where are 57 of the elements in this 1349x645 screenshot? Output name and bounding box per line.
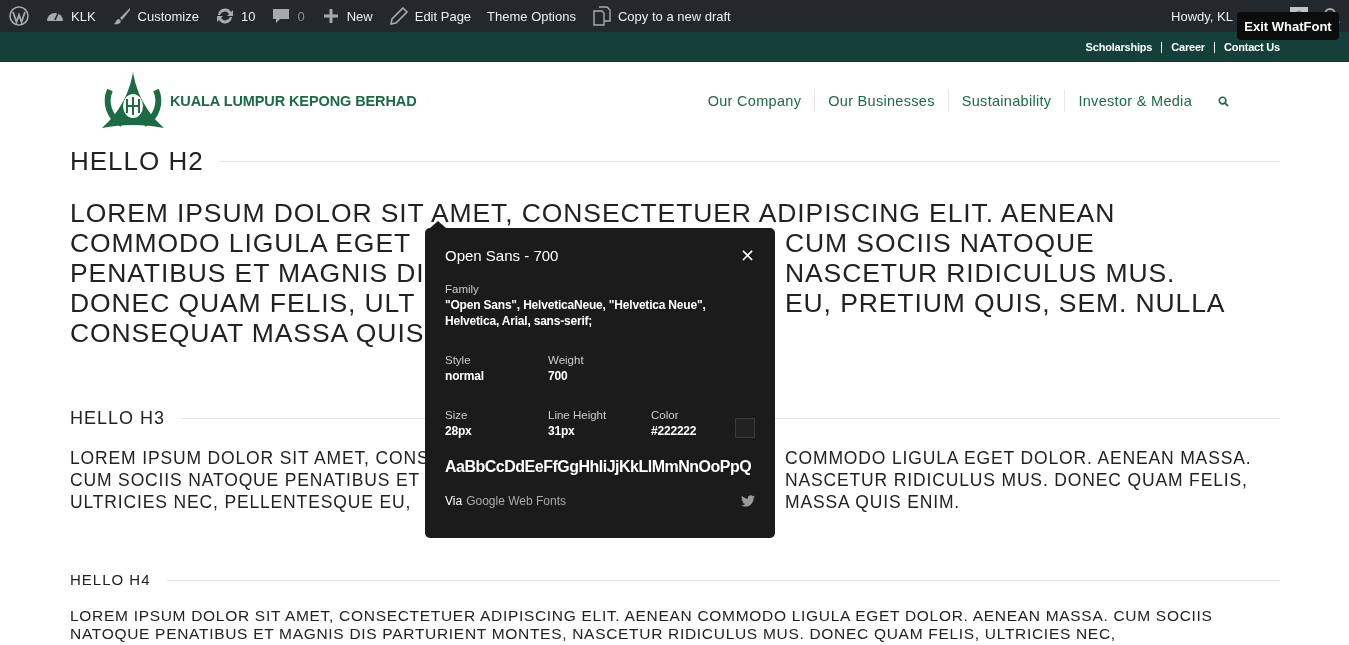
body-text: COMMODO LIGULA EGET <box>70 232 413 254</box>
field-label: Line Height <box>548 408 608 423</box>
admin-bar-link[interactable]: 0 <box>297 8 305 24</box>
panel-title: Open Sans - 700 <box>445 246 559 264</box>
field-value: 700 <box>548 368 569 384</box>
body-text: ULTRICIES NEC, PELLENTESQUE EU, <box>70 491 413 513</box>
field-value: normal <box>445 368 485 384</box>
body-text: NASCETUR RIDICULUS MUS. DONEC QUAM FELIS, <box>785 469 1249 491</box>
pencil-icon <box>388 6 409 26</box>
admin-bar-link[interactable]: Customize <box>137 8 199 24</box>
admin-bar-link[interactable]: KLK <box>71 8 96 24</box>
logo-text: KUALA LUMPUR KEPONG BERHAD <box>170 93 417 109</box>
color-swatch <box>735 418 755 438</box>
admin-bar-link[interactable]: Copy to a new draft <box>617 8 731 24</box>
refresh-icon <box>215 6 235 26</box>
section-heading: HELLO H3 <box>70 408 166 428</box>
nav-link[interactable]: Investor & Media <box>1065 93 1205 109</box>
body-text: LOREM IPSUM DOLOR SIT AMET, CONSECTETUER ADIPISCING ELIT. AENEAN COMMODO LIGULA EGET DOLOR. AENEAN MASSA. CUM SOCIIS <box>70 607 1213 624</box>
nav-link[interactable]: Our Businesses <box>815 93 948 109</box>
section-heading: HELLO H2 <box>70 146 204 176</box>
body-text: LOREM IPSUM DOLOR SIT AMET, CONSECTETUER ADIPISCING ELIT. AENEAN <box>70 202 1116 224</box>
field-value: "Open Sans", HelveticaNeue, "Helvetica Neue", Helvetica, Arial, sans-serif; <box>445 297 707 329</box>
source-link[interactable]: Google Web Fonts <box>466 494 566 508</box>
body-text: NASCETUR RIDICULUS MUS. <box>785 262 1177 284</box>
font-sample: AaBbCcDdEeFfGgHhIiJjKkLlMmNnOoPpQ <box>445 458 753 476</box>
credit-label: Via <box>445 494 463 508</box>
admin-bar-link[interactable]: 10 <box>241 8 256 24</box>
field-label: Color <box>651 408 680 423</box>
nav-link[interactable]: Sustainability <box>948 93 1065 109</box>
exit-whatfont-tooltip[interactable]: Exit WhatFont <box>1237 12 1339 40</box>
admin-bar-link[interactable]: Theme Options <box>487 8 576 24</box>
field-label: Style <box>445 353 472 368</box>
search-icon[interactable] <box>1218 95 1229 107</box>
field-value: #222222 <box>651 423 697 439</box>
body-text: CUM SOCIIS NATOQUE PENATIBUS ET <box>70 469 422 491</box>
body-text: COMMODO LIGULA EGET DOLOR. AENEAN MASSA. <box>785 447 1253 469</box>
field-label: Family <box>445 282 480 297</box>
close-button[interactable]: × <box>739 246 755 264</box>
greeting-link[interactable]: Howdy, KL <box>1171 8 1233 24</box>
speech-bubble-icon <box>271 6 292 26</box>
admin-bar-link[interactable]: Edit Page <box>414 8 472 24</box>
section-heading: HELLO H4 <box>70 571 151 589</box>
top-link[interactable]: Contact Us <box>1223 41 1280 53</box>
top-link[interactable]: Scholarships <box>1085 41 1153 53</box>
body-text: PENATIBUS ET MAGNIS DI <box>70 262 426 284</box>
body-text: NATOQUE PENATIBUS ET MAGNIS DIS PARTURIENT MONTES, NASCETUR RIDICULUS MUS. DONEC QUAM FELIS, ULTRICIES NEC, <box>70 625 1116 642</box>
wordpress-logo-icon[interactable] <box>9 6 29 26</box>
bird-icon[interactable] <box>741 495 755 507</box>
copy-icon <box>591 6 612 26</box>
top-link[interactable]: Career <box>1171 41 1205 53</box>
field-value: 31px <box>548 423 576 439</box>
nav-link[interactable]: Our Company <box>694 93 815 109</box>
field-label: Weight <box>548 353 585 368</box>
field-value: 28px <box>445 423 473 439</box>
field-label: Size <box>445 408 469 423</box>
body-text: MASSA QUIS ENIM. <box>785 491 962 513</box>
admin-bar-link[interactable]: New <box>346 8 373 24</box>
